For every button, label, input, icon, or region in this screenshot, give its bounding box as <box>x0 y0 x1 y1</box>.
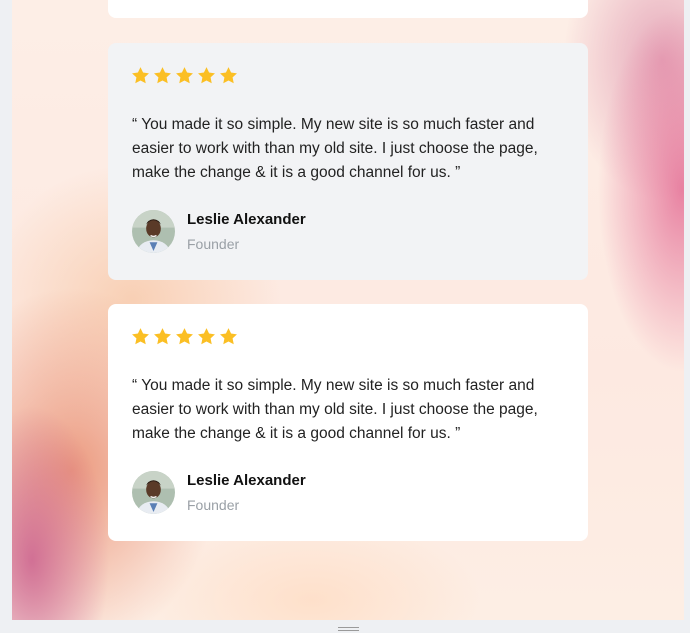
star-icon <box>132 67 149 84</box>
author-role: Founder <box>187 497 240 513</box>
testimonial-author: Leslie Alexander Founder <box>132 210 306 253</box>
resize-grip-icon[interactable] <box>338 627 359 632</box>
avatar <box>132 471 175 514</box>
testimonial-card: “ You made it so simple. My new site is … <box>108 43 588 280</box>
page-frame: “ You made it so simple. My new site is … <box>0 0 690 633</box>
testimonial-quote: “ You made it so simple. My new site is … <box>132 377 538 442</box>
star-rating <box>131 66 238 85</box>
star-icon <box>176 67 193 84</box>
star-icon <box>176 328 193 345</box>
avatar <box>132 210 175 253</box>
star-icon <box>198 67 215 84</box>
testimonial-card-partial <box>108 0 588 18</box>
star-icon <box>220 328 237 345</box>
testimonial-quote: “ You made it so simple. My new site is … <box>132 116 538 181</box>
author-role: Founder <box>187 236 240 252</box>
gradient-backdrop: “ You made it so simple. My new site is … <box>12 0 684 620</box>
star-rating <box>131 327 238 346</box>
star-icon <box>154 328 171 345</box>
author-name: Leslie Alexander <box>187 211 306 228</box>
star-icon <box>220 67 237 84</box>
star-icon <box>198 328 215 345</box>
testimonial-author: Leslie Alexander Founder <box>132 471 306 514</box>
star-icon <box>154 67 171 84</box>
star-icon <box>132 328 149 345</box>
testimonial-card: “ You made it so simple. My new site is … <box>108 304 588 541</box>
author-name: Leslie Alexander <box>187 472 306 489</box>
